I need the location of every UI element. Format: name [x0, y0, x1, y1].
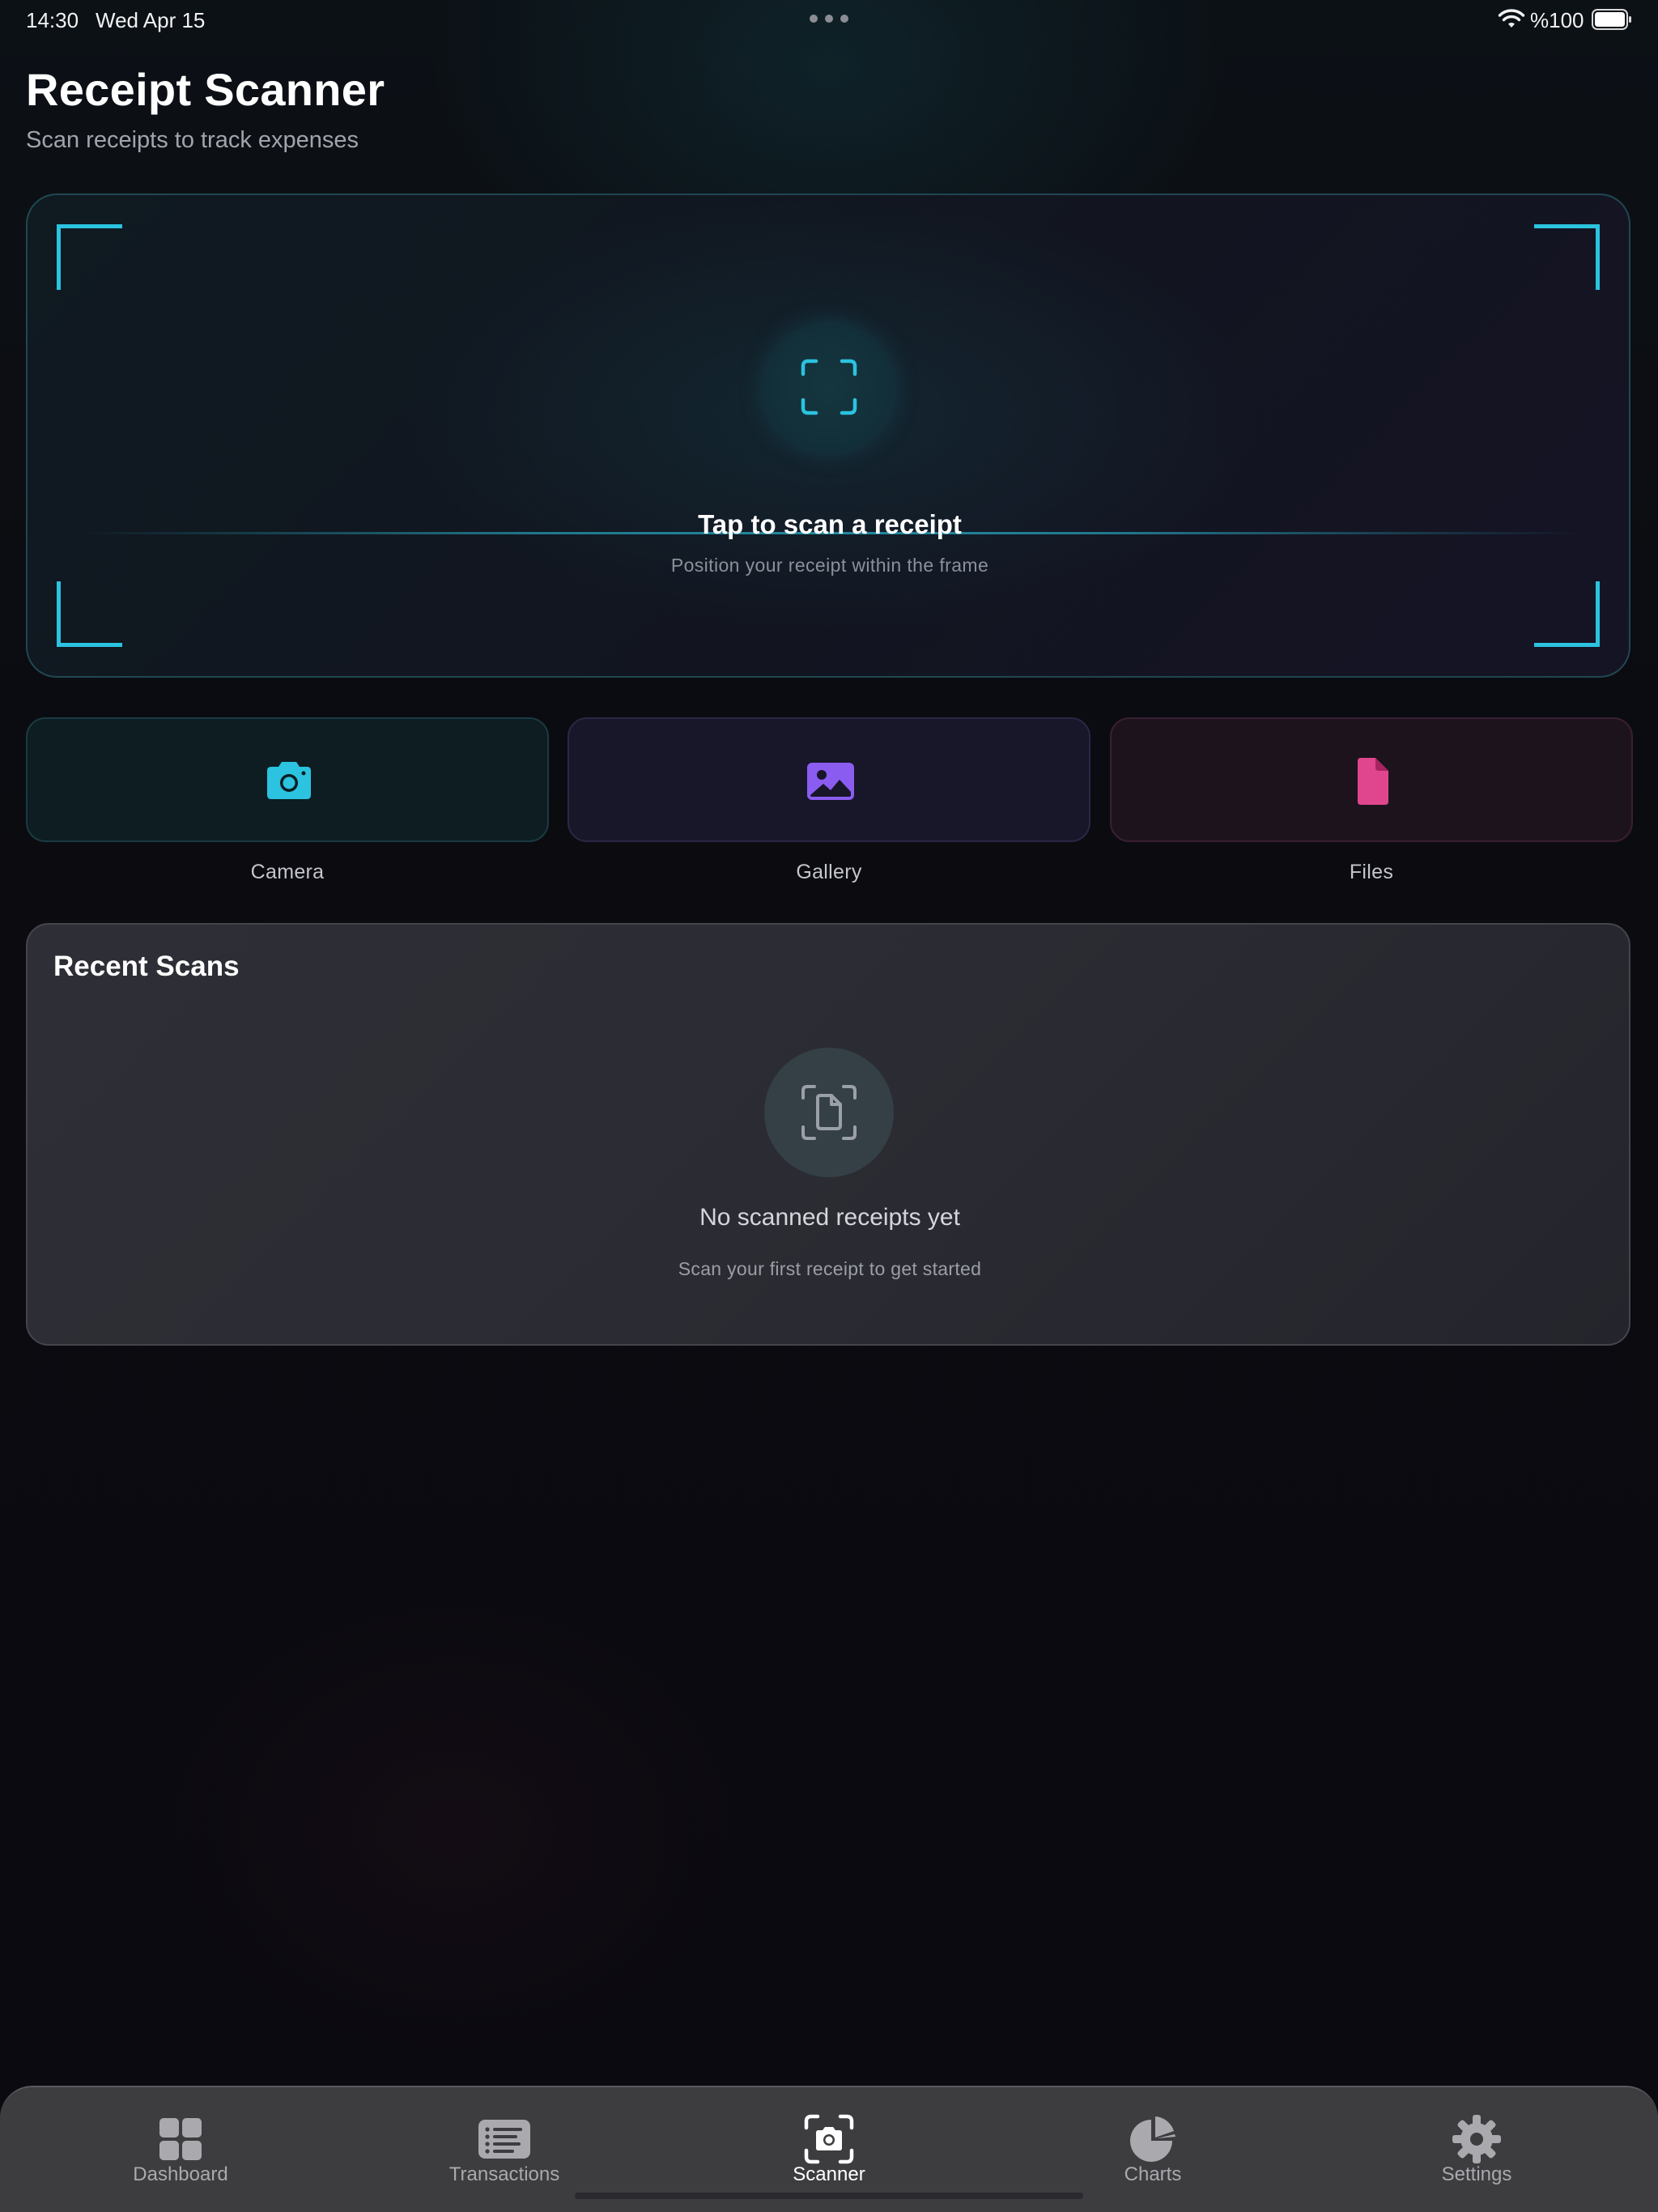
wifi-icon — [1498, 9, 1525, 28]
page-title: Receipt Scanner — [26, 64, 385, 115]
tab-label: Dashboard — [133, 2163, 228, 2185]
home-indicator[interactable] — [575, 2193, 1083, 2199]
files-label: Files — [1349, 861, 1394, 883]
recent-scans-card: Recent Scans No scanned receipts yet Sca… — [26, 923, 1630, 1346]
status-date: Wed Apr 15 — [96, 8, 206, 32]
gallery-label: Gallery — [796, 861, 862, 883]
page-subtitle: Scan receipts to track expenses — [26, 127, 359, 153]
camera-button[interactable] — [26, 717, 549, 842]
status-time: 14:30 — [26, 8, 79, 32]
scan-receipt-area[interactable]: Tap to scan a receipt Position your rece… — [26, 194, 1630, 678]
list-icon — [478, 2120, 530, 2159]
camera-label: Camera — [250, 861, 325, 883]
files-button[interactable] — [1110, 717, 1633, 842]
screen: 14:30 Wed Apr 15 %100 Receipt Scanner Sc… — [0, 0, 1658, 2212]
document-scan-icon — [801, 1085, 857, 1140]
empty-state-badge — [764, 1048, 894, 1177]
frame-corner-bottom-right — [1534, 581, 1600, 647]
empty-state-subtitle: Scan your first receipt to get started — [678, 1258, 982, 1279]
camera-icon — [267, 762, 311, 799]
frame-corner-top-left — [57, 224, 122, 290]
recent-scans-title: Recent Scans — [53, 951, 240, 982]
frame-corner-bottom-left — [57, 581, 122, 647]
tab-label: Charts — [1124, 2163, 1182, 2185]
more-dots-icon[interactable] — [810, 15, 848, 24]
tab-label: Settings — [1441, 2163, 1512, 2185]
document-icon — [1358, 758, 1388, 805]
grid-icon — [159, 2118, 202, 2160]
scan-title: Tap to scan a receipt — [698, 509, 962, 539]
photo-icon — [807, 763, 854, 800]
tab-settings[interactable]: Settings — [1315, 2087, 1639, 2212]
scan-icon-badge — [764, 322, 894, 452]
battery-icon — [1592, 9, 1631, 30]
tab-label: Transactions — [449, 2163, 560, 2185]
tab-dashboard[interactable]: Dashboard — [19, 2087, 342, 2212]
tab-label: Scanner — [793, 2163, 865, 2185]
camera-scan-icon — [804, 2114, 854, 2164]
status-bar: 14:30 Wed Apr 15 %100 — [0, 0, 1658, 39]
empty-state-title: No scanned receipts yet — [699, 1204, 960, 1231]
frame-corner-top-right — [1534, 224, 1600, 290]
gear-icon — [1452, 2115, 1501, 2163]
pie-chart-icon — [1130, 2116, 1175, 2162]
scan-frame-icon — [801, 359, 857, 415]
gallery-button[interactable] — [568, 717, 1090, 842]
battery-percentage: %100 — [1530, 8, 1584, 32]
scan-hint: Position your receipt within the frame — [670, 555, 989, 576]
